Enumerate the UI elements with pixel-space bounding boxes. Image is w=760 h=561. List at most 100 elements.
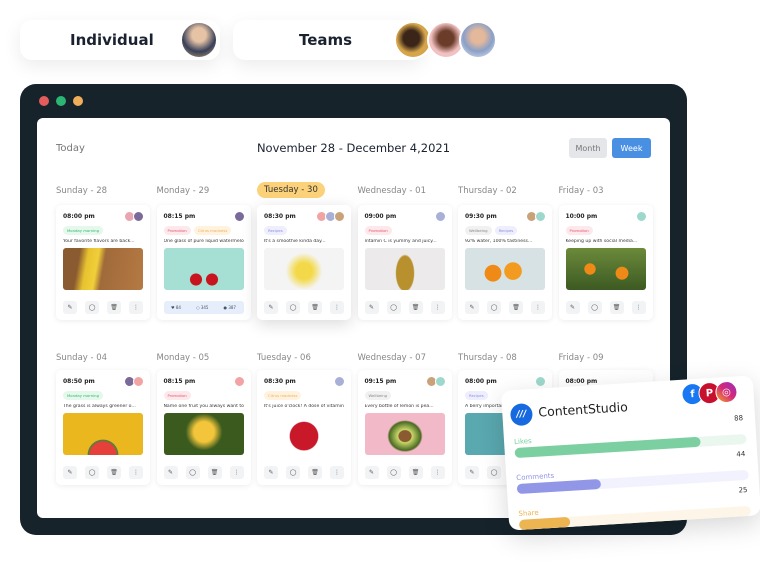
- tag: Citrus madness: [264, 391, 302, 401]
- edit-icon: ✎: [368, 469, 375, 476]
- trash-button[interactable]: 🗑: [609, 301, 624, 314]
- edit-button[interactable]: ✎: [63, 466, 77, 479]
- trash-button[interactable]: 🗑: [107, 301, 121, 314]
- comment-button[interactable]: ◯: [487, 466, 501, 479]
- comment-button[interactable]: ◯: [587, 301, 602, 314]
- post-time: 09:30 pm: [465, 213, 497, 220]
- account-avatars: [635, 211, 647, 222]
- day-label: Friday - 03: [558, 186, 604, 196]
- tag: Wellbeing: [465, 226, 492, 236]
- trash-button[interactable]: 🗑: [308, 466, 322, 479]
- post-actions: ✎ ◯ 🗑 ⋮: [465, 301, 545, 314]
- edit-button[interactable]: ✎: [163, 466, 178, 479]
- post-image: [163, 413, 244, 456]
- tag-list: Promotion: [364, 226, 445, 236]
- week-button[interactable]: Week: [612, 138, 651, 158]
- more-icon: ⋮: [233, 469, 240, 476]
- post-text: It's juice o'clock! A dose of vitamin C.…: [264, 404, 344, 410]
- tag-list: Promotion Citrus madness: [163, 226, 244, 236]
- comment-button[interactable]: ◯: [286, 466, 300, 479]
- post-card[interactable]: 08:30 pm Citrus madness It's juice o'clock…: [257, 370, 351, 485]
- more-button[interactable]: ⋮: [430, 466, 445, 479]
- account-avatars: [124, 211, 144, 222]
- post-image: [364, 413, 445, 456]
- more-icon: ⋮: [535, 304, 541, 311]
- account-avatars: [233, 211, 245, 222]
- edit-button[interactable]: ✎: [264, 466, 278, 479]
- comment-button[interactable]: ◯: [386, 466, 401, 479]
- trash-button[interactable]: 🗑: [408, 301, 423, 314]
- tag: Recipes: [264, 226, 287, 236]
- edit-button[interactable]: ✎: [63, 301, 77, 314]
- post-actions: ✎ ◯ 🗑 ⋮: [364, 301, 445, 314]
- edit-button[interactable]: ✎: [364, 466, 379, 479]
- edit-button[interactable]: ✎: [264, 301, 278, 314]
- avatar: [535, 376, 546, 387]
- comment-icon: ◯: [591, 304, 598, 311]
- trash-icon: 🗑: [311, 469, 319, 476]
- post-text: The grass is always greener o...: [63, 404, 136, 410]
- edit-button[interactable]: ✎: [364, 301, 379, 314]
- trash-button[interactable]: 🗑: [509, 301, 523, 314]
- day-label: Sunday - 04: [56, 353, 108, 363]
- more-button[interactable]: ⋮: [631, 301, 646, 314]
- post-image: [63, 248, 143, 291]
- stat-value: 84: [175, 305, 181, 310]
- tag: Wellbeing: [364, 391, 392, 401]
- more-button[interactable]: ⋮: [129, 466, 143, 479]
- comment-icon: ◯: [88, 304, 96, 311]
- avatar: [459, 21, 497, 59]
- more-button[interactable]: ⋮: [330, 466, 344, 479]
- plan-teams[interactable]: Teams: [233, 20, 497, 60]
- tag-list: Citrus madness: [264, 391, 344, 401]
- heart-stat: ♥ 84: [171, 305, 181, 310]
- comment-button[interactable]: ◯: [286, 301, 300, 314]
- post-card[interactable]: 08:15 pm Promotion Citrus madness One glass…: [156, 205, 251, 320]
- comment-button[interactable]: ◯: [386, 301, 401, 314]
- post-stats: ♥ 84 ○ 345 ● 387: [163, 301, 244, 314]
- edit-icon: ✎: [268, 304, 274, 311]
- month-button[interactable]: Month: [569, 138, 607, 158]
- edit-icon: ✎: [469, 469, 475, 476]
- post-time: 08:15 pm: [163, 378, 196, 385]
- post-card[interactable]: 09:00 pm Promotion Vitamin C is yummy and …: [357, 205, 452, 320]
- trash-button[interactable]: 🗑: [107, 466, 121, 479]
- more-button[interactable]: ⋮: [129, 301, 143, 314]
- comment-button[interactable]: ◯: [85, 301, 99, 314]
- more-button[interactable]: ⋮: [330, 301, 344, 314]
- edit-button[interactable]: ✎: [465, 301, 479, 314]
- post-image: [163, 248, 244, 291]
- tag: Promotion: [163, 226, 191, 236]
- edit-button[interactable]: ✎: [565, 301, 580, 314]
- comment-icon: ◯: [490, 304, 498, 311]
- post-text: Name one fruit you always want to...: [163, 404, 244, 410]
- day-label: Tuesday - 30: [257, 182, 325, 198]
- post-card[interactable]: 08:50 pm Monday morning The grass is alway…: [56, 370, 150, 485]
- tag-list: Promotion: [163, 391, 244, 401]
- more-icon: ⋮: [434, 469, 441, 476]
- close-dot[interactable]: [39, 96, 49, 106]
- post-card[interactable]: 08:15 pm Promotion Name one fruit you alwa…: [156, 370, 251, 485]
- comment-icon: ◯: [88, 469, 96, 476]
- comment-button[interactable]: ◯: [85, 466, 99, 479]
- edit-button[interactable]: ✎: [465, 466, 479, 479]
- day-label: Sunday - 28: [56, 186, 108, 196]
- post-card[interactable]: 08:30 pm Recipes It's a smoothie kinda day…: [257, 205, 351, 320]
- post-card[interactable]: 10:00 pm Promotion Keeping up with social …: [558, 205, 653, 320]
- post-card[interactable]: 08:00 pm Monday morning Your favorite flav…: [56, 205, 150, 320]
- minimize-dot[interactable]: [56, 96, 66, 106]
- post-card[interactable]: 09:30 pm Wellbeing Recipes 92% water, 100% …: [458, 205, 552, 320]
- comment-button[interactable]: ◯: [185, 466, 200, 479]
- maximize-dot[interactable]: [73, 96, 83, 106]
- trash-button[interactable]: 🗑: [308, 301, 322, 314]
- trash-button[interactable]: 🗑: [408, 466, 423, 479]
- comment-button[interactable]: ◯: [487, 301, 501, 314]
- post-card[interactable]: 09:15 pm Wellbeing Every bottle of lemon i…: [357, 370, 452, 485]
- trash-button[interactable]: 🗑: [207, 466, 222, 479]
- day-label: Thursday - 02: [458, 186, 517, 196]
- more-button[interactable]: ⋮: [229, 466, 244, 479]
- more-button[interactable]: ⋮: [430, 301, 445, 314]
- metric-likes: Likes 88: [514, 414, 747, 459]
- more-button[interactable]: ⋮: [531, 301, 545, 314]
- plan-individual[interactable]: Individual: [20, 20, 220, 60]
